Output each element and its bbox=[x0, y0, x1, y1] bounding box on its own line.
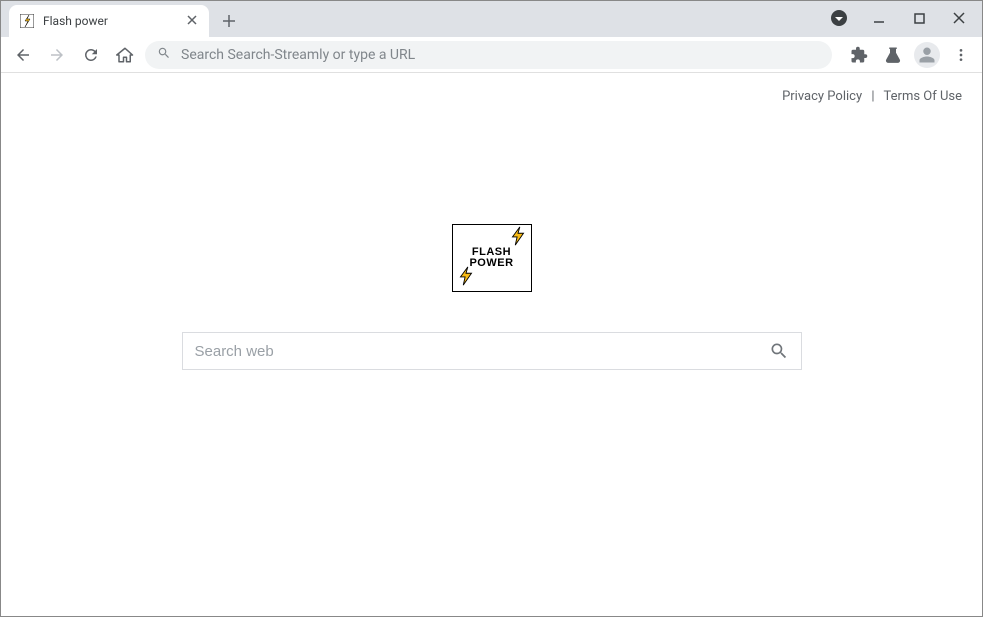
menu-icon[interactable] bbox=[948, 42, 974, 68]
search-button[interactable] bbox=[769, 341, 789, 361]
tab-bar: Flash power bbox=[1, 1, 982, 37]
maximize-icon[interactable] bbox=[908, 7, 930, 29]
minimize-icon[interactable] bbox=[868, 7, 890, 29]
profile-avatar[interactable] bbox=[914, 42, 940, 68]
tab-favicon bbox=[19, 13, 35, 29]
extensions-icon[interactable] bbox=[846, 42, 872, 68]
new-tab-button[interactable] bbox=[215, 7, 243, 35]
page-content: Privacy Policy | Terms Of Use FLASH POWE… bbox=[1, 73, 982, 616]
browser-toolbar: Search Search-Streamly or type a URL bbox=[1, 37, 982, 73]
toolbar-actions bbox=[846, 42, 974, 68]
home-button[interactable] bbox=[111, 41, 139, 69]
close-window-icon[interactable] bbox=[948, 7, 970, 29]
main-center: FLASH POWER bbox=[1, 224, 982, 370]
omnibox-placeholder: Search Search-Streamly or type a URL bbox=[181, 47, 415, 63]
account-switcher-icon[interactable] bbox=[828, 7, 850, 29]
labs-icon[interactable] bbox=[880, 42, 906, 68]
close-tab-icon[interactable] bbox=[185, 11, 199, 31]
tab-title: Flash power bbox=[43, 14, 177, 28]
link-separator: | bbox=[871, 89, 874, 104]
terms-link[interactable]: Terms Of Use bbox=[884, 89, 962, 104]
privacy-link[interactable]: Privacy Policy bbox=[782, 89, 862, 104]
search-box bbox=[182, 332, 802, 370]
footer-links: Privacy Policy | Terms Of Use bbox=[1, 73, 982, 104]
browser-tab[interactable]: Flash power bbox=[9, 5, 209, 37]
search-icon bbox=[157, 46, 171, 64]
lightning-icon bbox=[507, 225, 529, 251]
search-input[interactable] bbox=[195, 343, 769, 360]
window-controls bbox=[816, 1, 982, 35]
forward-button[interactable] bbox=[43, 41, 71, 69]
lightning-icon bbox=[455, 265, 477, 291]
logo: FLASH POWER bbox=[452, 224, 532, 292]
address-bar[interactable]: Search Search-Streamly or type a URL bbox=[145, 41, 832, 69]
reload-button[interactable] bbox=[77, 41, 105, 69]
back-button[interactable] bbox=[9, 41, 37, 69]
